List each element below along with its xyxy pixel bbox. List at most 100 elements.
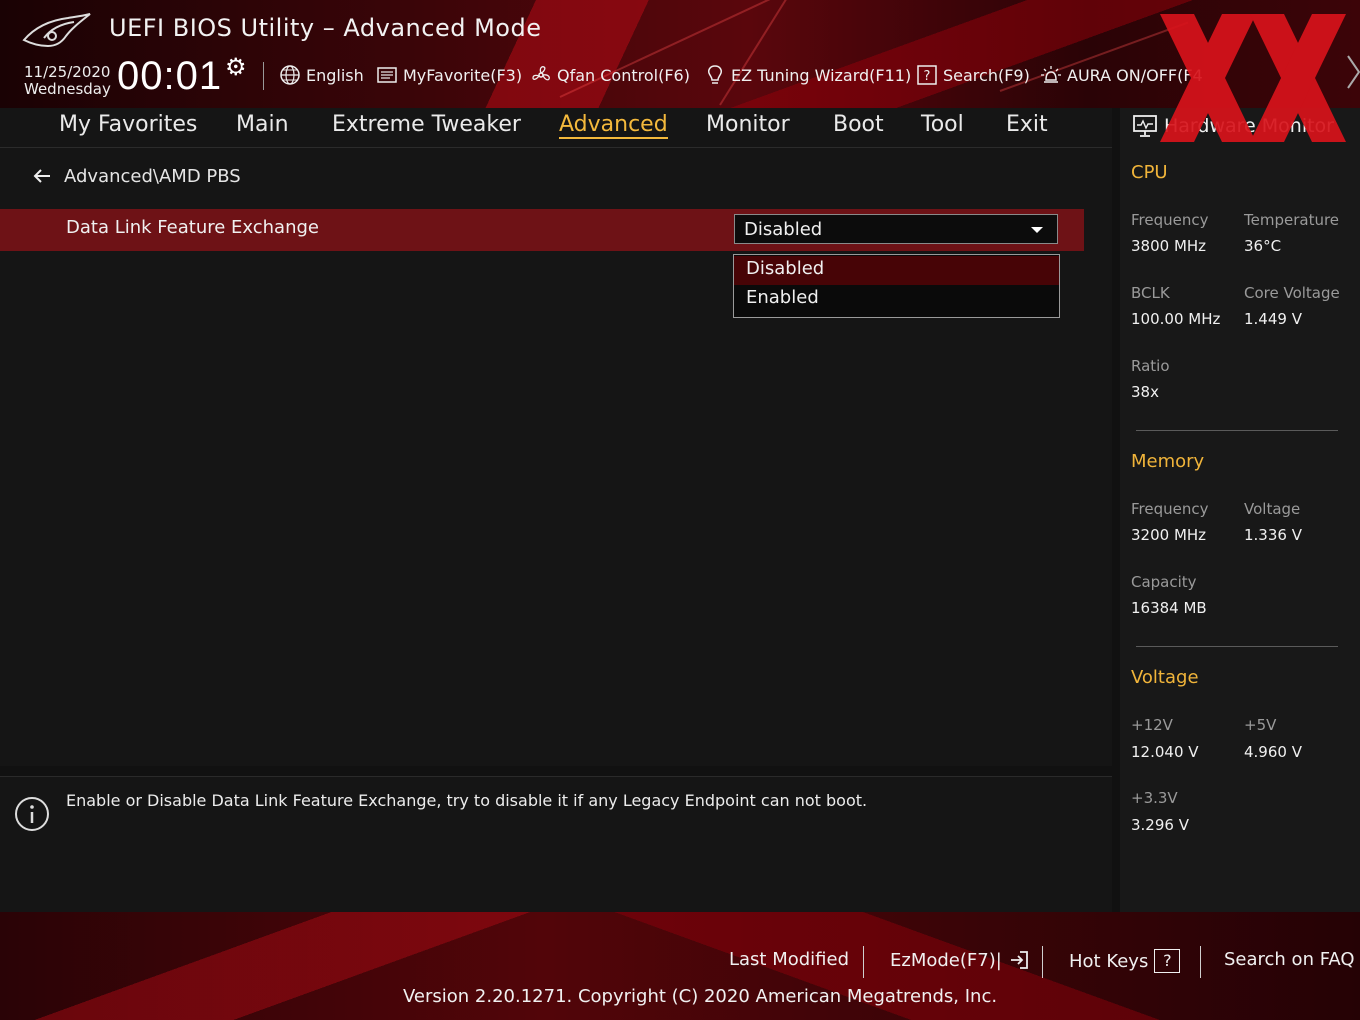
hotkeys-label: Hot Keys <box>1069 950 1149 972</box>
cpu-frequency-value: 3800 MHz <box>1131 237 1207 255</box>
svg-text:?: ? <box>924 69 931 84</box>
tab-monitor[interactable]: Monitor <box>706 112 790 137</box>
voltage-heading: Voltage <box>1131 667 1199 688</box>
bulb-icon <box>708 65 722 84</box>
ratio-value: 38x <box>1131 383 1159 401</box>
v5-value: 4.960 V <box>1244 743 1302 761</box>
core-voltage-value: 1.449 V <box>1244 310 1302 328</box>
select-current-value: Disabled <box>744 219 823 240</box>
tab-extreme-tweaker[interactable]: Extreme Tweaker <box>332 112 521 137</box>
tab-advanced[interactable]: Advanced <box>559 112 668 139</box>
search-faq-label: Search on FAQ <box>1224 949 1355 970</box>
cpu-heading: CPU <box>1131 162 1168 183</box>
search-faq-button[interactable]: Search on FAQ <box>1224 949 1355 970</box>
memory-capacity-value: 16384 MB <box>1131 599 1207 617</box>
info-icon <box>15 797 49 831</box>
language-label: English <box>306 65 364 85</box>
main-navigation: My Favorites Main Extreme Tweaker Advanc… <box>0 108 1112 148</box>
dropdown-option-disabled[interactable]: Disabled <box>734 256 1059 285</box>
search-button[interactable]: ? Search(F9) <box>916 64 1030 86</box>
setting-row-data-link-feature-exchange[interactable]: Data Link Feature Exchange Disabled <box>0 209 1084 251</box>
ez-tuning-button[interactable]: EZ Tuning Wizard(F11) <box>704 64 911 86</box>
bclk-label: BCLK <box>1131 284 1170 302</box>
date-display: 11/25/2020 Wednesday <box>24 64 111 98</box>
gear-icon[interactable]: ⚙ <box>225 55 247 79</box>
ezmode-label: EzMode(F7)| <box>890 949 1002 971</box>
header-divider <box>263 62 264 90</box>
cpu-temperature-label: Temperature <box>1244 211 1340 229</box>
breadcrumb: Advanced\AMD PBS <box>30 164 241 188</box>
dropdown-option-enabled[interactable]: Enabled <box>734 285 1059 314</box>
footer-bar: Last Modified EzMode(F7)| Hot Keys ? Sea… <box>0 912 1360 1020</box>
tab-main[interactable]: Main <box>236 112 289 137</box>
memory-frequency-value: 3200 MHz <box>1131 526 1207 544</box>
header-bar: UEFI BIOS Utility – Advanced Mode 11/25/… <box>0 0 1360 108</box>
last-modified-button[interactable]: Last Modified <box>729 949 849 970</box>
section-divider <box>1136 430 1338 431</box>
myfavorite-label: MyFavorite(F3) <box>403 65 523 85</box>
settings-panel: Advanced\AMD PBS Data Link Feature Excha… <box>0 148 1112 766</box>
dropdown-menu: Disabled Enabled <box>733 254 1060 318</box>
help-panel: Enable or Disable Data Link Feature Exch… <box>0 776 1112 912</box>
cpu-frequency-label: Frequency <box>1131 211 1209 229</box>
v33-value: 3.296 V <box>1131 816 1189 834</box>
memory-capacity-label: Capacity <box>1131 573 1197 591</box>
bclk-value: 100.00 MHz <box>1131 310 1221 328</box>
hardware-monitor-title: Hardware Monitor <box>1132 114 1334 138</box>
v33-label: +3.3V <box>1131 789 1178 807</box>
aura-label: AURA ON/OFF(F4 <box>1067 65 1203 85</box>
section-divider <box>1136 646 1338 647</box>
aura-icon <box>1041 66 1061 83</box>
version-text: Version 2.20.1271. Copyright (C) 2020 Am… <box>403 986 998 1007</box>
qfan-label: Qfan Control(F6) <box>557 65 690 85</box>
help-text: Enable or Disable Data Link Feature Exch… <box>66 791 868 810</box>
scroll-right-icon[interactable] <box>1344 54 1360 90</box>
clock-display: 00:01 <box>117 54 223 98</box>
search-label: Search(F9) <box>943 65 1030 85</box>
footer-divider <box>1200 946 1201 978</box>
breadcrumb-path: Advanced\AMD PBS <box>64 165 241 187</box>
date-value: 11/25/2020 <box>24 63 111 81</box>
fan-icon <box>532 66 550 81</box>
footer-divider <box>1042 946 1043 978</box>
tab-tool[interactable]: Tool <box>921 112 964 137</box>
exit-arrow-icon <box>1010 951 1028 969</box>
v5-label: +5V <box>1244 716 1277 734</box>
tab-exit[interactable]: Exit <box>1006 112 1048 137</box>
footer-divider <box>863 946 864 978</box>
aura-button[interactable]: AURA ON/OFF(F4 <box>1040 64 1203 86</box>
hardware-monitor-panel: Hardware Monitor CPU Frequency 3800 MHz … <box>1120 108 1360 912</box>
list-icon <box>377 67 397 83</box>
myfavorite-button[interactable]: MyFavorite(F3) <box>376 64 522 86</box>
question-key-icon: ? <box>1154 949 1181 973</box>
core-voltage-label: Core Voltage <box>1244 284 1340 302</box>
rog-logo <box>22 13 91 48</box>
cpu-temperature-value: 36°C <box>1244 237 1282 255</box>
back-arrow-icon[interactable] <box>30 164 54 188</box>
setting-label: Data Link Feature Exchange <box>66 217 319 238</box>
last-modified-label: Last Modified <box>729 949 850 970</box>
v12-value: 12.040 V <box>1131 743 1199 761</box>
ezmode-button[interactable]: EzMode(F7)| <box>890 949 1030 971</box>
memory-voltage-value: 1.336 V <box>1244 526 1302 544</box>
tab-boot[interactable]: Boot <box>833 112 884 137</box>
monitor-icon <box>1133 115 1157 137</box>
page-title: UEFI BIOS Utility – Advanced Mode <box>109 14 542 42</box>
tab-my-favorites[interactable]: My Favorites <box>59 112 197 137</box>
weekday-value: Wednesday <box>24 80 111 98</box>
qfan-button[interactable]: Qfan Control(F6) <box>530 64 690 86</box>
memory-frequency-label: Frequency <box>1131 500 1209 518</box>
hotkeys-button[interactable]: Hot Keys ? <box>1069 949 1181 973</box>
globe-icon <box>280 65 300 85</box>
hardware-monitor-label: Hardware Monitor <box>1164 115 1334 137</box>
memory-heading: Memory <box>1131 451 1205 472</box>
ez-tuning-label: EZ Tuning Wizard(F11) <box>731 65 912 85</box>
memory-voltage-label: Voltage <box>1244 500 1301 518</box>
question-box-icon: ? <box>917 65 937 85</box>
chevron-down-icon <box>1031 227 1043 233</box>
language-button[interactable]: English <box>279 64 364 86</box>
v12-label: +12V <box>1131 716 1173 734</box>
header-decoration-streak <box>719 0 859 106</box>
data-link-feature-exchange-select[interactable]: Disabled <box>734 214 1058 244</box>
ratio-label: Ratio <box>1131 357 1170 375</box>
